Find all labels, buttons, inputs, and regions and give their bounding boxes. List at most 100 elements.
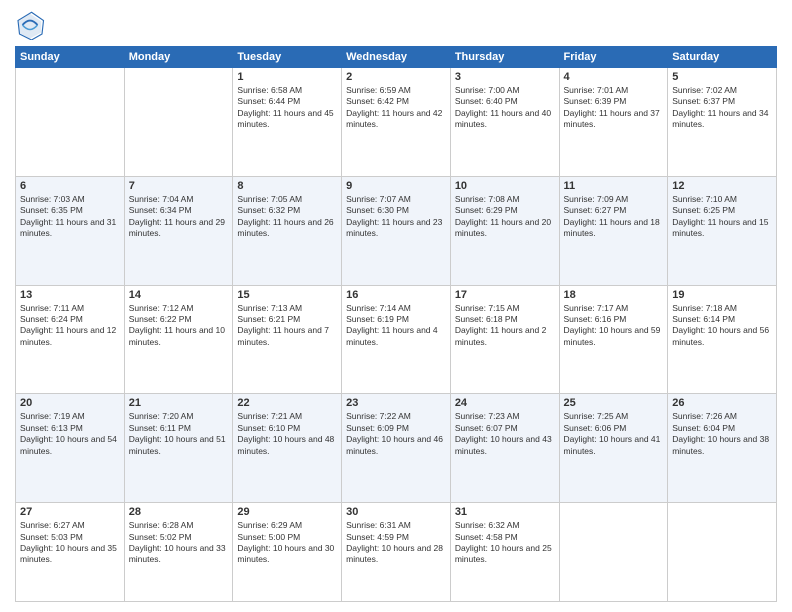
calendar-cell: 3 Sunrise: 7:00 AM Sunset: 6:40 PM Daylig…: [450, 68, 559, 177]
calendar-body: 1 Sunrise: 6:58 AM Sunset: 6:44 PM Daylig…: [16, 68, 777, 602]
weekday-header-monday: Monday: [124, 47, 233, 68]
cell-info: Sunrise: 7:01 AM Sunset: 6:39 PM Dayligh…: [564, 85, 664, 131]
weekday-header-tuesday: Tuesday: [233, 47, 342, 68]
calendar-cell: 12 Sunrise: 7:10 AM Sunset: 6:25 PM Dayli…: [668, 176, 777, 285]
calendar-cell: 25 Sunrise: 7:25 AM Sunset: 6:06 PM Dayli…: [559, 394, 668, 503]
cell-date-number: 4: [564, 71, 664, 83]
calendar-cell: 22 Sunrise: 7:21 AM Sunset: 6:10 PM Dayli…: [233, 394, 342, 503]
cell-date-number: 9: [346, 180, 446, 192]
cell-info: Sunrise: 7:23 AM Sunset: 6:07 PM Dayligh…: [455, 411, 555, 457]
cell-date-number: 27: [20, 506, 120, 518]
calendar-cell: 21Sunrise: 7:20 AM Sunset: 6:11 PM Dayli…: [124, 394, 233, 503]
calendar-cell: 2Sunrise: 6:59 AM Sunset: 6:42 PM Daylig…: [342, 68, 451, 177]
cell-info: Sunrise: 7:26 AM Sunset: 6:04 PM Dayligh…: [672, 411, 772, 457]
cell-info: Sunrise: 7:05 AM Sunset: 6:32 PM Dayligh…: [237, 194, 337, 240]
cell-info: Sunrise: 7:22 AM Sunset: 6:09 PM Dayligh…: [346, 411, 446, 457]
calendar-cell: 30Sunrise: 6:31 AM Sunset: 4:59 PM Dayli…: [342, 503, 451, 602]
calendar-cell: 17 Sunrise: 7:15 AM Sunset: 6:18 PM Dayli…: [450, 285, 559, 394]
cell-info: Sunrise: 7:17 AM Sunset: 6:16 PM Dayligh…: [564, 303, 664, 349]
cell-date-number: 28: [129, 506, 229, 518]
cell-date-number: 5: [672, 71, 772, 83]
cell-date-number: 20: [20, 397, 120, 409]
cell-date-number: 17: [455, 289, 555, 301]
calendar-cell: [559, 503, 668, 602]
weekday-header-wednesday: Wednesday: [342, 47, 451, 68]
calendar-cell: 5 Sunrise: 7:02 AM Sunset: 6:37 PM Daylig…: [668, 68, 777, 177]
cell-date-number: 31: [455, 506, 555, 518]
calendar-cell: 13 Sunrise: 7:11 AM Sunset: 6:24 PM Dayli…: [16, 285, 125, 394]
calendar-week-5: 27 Sunrise: 6:27 AM Sunset: 5:03 PM Dayli…: [16, 503, 777, 602]
cell-info: Sunrise: 6:32 AM Sunset: 4:58 PM Dayligh…: [455, 520, 555, 566]
cell-date-number: 3: [455, 71, 555, 83]
cell-info: Sunrise: 7:14 AM Sunset: 6:19 PM Dayligh…: [346, 303, 446, 349]
cell-info: Sunrise: 6:31 AM Sunset: 4:59 PM Dayligh…: [346, 520, 446, 566]
cell-date-number: 7: [129, 180, 229, 192]
logo-icon: [15, 10, 45, 40]
calendar-cell: [124, 68, 233, 177]
cell-info: Sunrise: 7:10 AM Sunset: 6:25 PM Dayligh…: [672, 194, 772, 240]
cell-date-number: 1: [237, 71, 337, 83]
calendar-week-3: 13 Sunrise: 7:11 AM Sunset: 6:24 PM Dayli…: [16, 285, 777, 394]
cell-info: Sunrise: 6:27 AM Sunset: 5:03 PM Dayligh…: [20, 520, 120, 566]
calendar-cell: 19 Sunrise: 7:18 AM Sunset: 6:14 PM Dayli…: [668, 285, 777, 394]
calendar-cell: 9 Sunrise: 7:07 AM Sunset: 6:30 PM Daylig…: [342, 176, 451, 285]
calendar-cell: 31 Sunrise: 6:32 AM Sunset: 4:58 PM Dayli…: [450, 503, 559, 602]
cell-date-number: 22: [237, 397, 337, 409]
cell-info: Sunrise: 7:21 AM Sunset: 6:10 PM Dayligh…: [237, 411, 337, 457]
cell-date-number: 10: [455, 180, 555, 192]
cell-info: Sunrise: 7:15 AM Sunset: 6:18 PM Dayligh…: [455, 303, 555, 349]
calendar-cell: 28 Sunrise: 6:28 AM Sunset: 5:02 PM Dayli…: [124, 503, 233, 602]
cell-info: Sunrise: 7:07 AM Sunset: 6:30 PM Dayligh…: [346, 194, 446, 240]
cell-info: Sunrise: 7:02 AM Sunset: 6:37 PM Dayligh…: [672, 85, 772, 131]
cell-date-number: 8: [237, 180, 337, 192]
calendar-cell: 29 Sunrise: 6:29 AM Sunset: 5:00 PM Dayli…: [233, 503, 342, 602]
cell-info: Sunrise: 7:00 AM Sunset: 6:40 PM Dayligh…: [455, 85, 555, 131]
cell-info: Sunrise: 6:29 AM Sunset: 5:00 PM Dayligh…: [237, 520, 337, 566]
calendar-week-4: 20 Sunrise: 7:19 AM Sunset: 6:13 PM Dayli…: [16, 394, 777, 503]
cell-info: Sunrise: 6:28 AM Sunset: 5:02 PM Dayligh…: [129, 520, 229, 566]
calendar-cell: 4 Sunrise: 7:01 AM Sunset: 6:39 PM Daylig…: [559, 68, 668, 177]
cell-date-number: 15: [237, 289, 337, 301]
cell-info: Sunrise: 6:58 AM Sunset: 6:44 PM Dayligh…: [237, 85, 337, 131]
calendar-cell: 20 Sunrise: 7:19 AM Sunset: 6:13 PM Dayli…: [16, 394, 125, 503]
logo: [15, 10, 49, 40]
weekday-header-sunday: Sunday: [16, 47, 125, 68]
cell-date-number: 19: [672, 289, 772, 301]
calendar-header-row: SundayMondayTuesdayWednesdayThursdayFrid…: [16, 47, 777, 68]
cell-info: Sunrise: 7:11 AM Sunset: 6:24 PM Dayligh…: [20, 303, 120, 349]
cell-date-number: 13: [20, 289, 120, 301]
cell-info: Sunrise: 7:12 AM Sunset: 6:22 PM Dayligh…: [129, 303, 229, 349]
cell-info: Sunrise: 6:59 AM Sunset: 6:42 PM Dayligh…: [346, 85, 446, 131]
cell-info: Sunrise: 7:20 AM Sunset: 6:11 PM Dayligh…: [129, 411, 229, 457]
calendar-table: SundayMondayTuesdayWednesdayThursdayFrid…: [15, 46, 777, 602]
calendar-week-2: 6Sunrise: 7:03 AM Sunset: 6:35 PM Daylig…: [16, 176, 777, 285]
calendar-cell: 15Sunrise: 7:13 AM Sunset: 6:21 PM Dayli…: [233, 285, 342, 394]
calendar-cell: 7 Sunrise: 7:04 AM Sunset: 6:34 PM Daylig…: [124, 176, 233, 285]
cell-date-number: 25: [564, 397, 664, 409]
cell-info: Sunrise: 7:08 AM Sunset: 6:29 PM Dayligh…: [455, 194, 555, 240]
cell-date-number: 29: [237, 506, 337, 518]
calendar-cell: 14 Sunrise: 7:12 AM Sunset: 6:22 PM Dayli…: [124, 285, 233, 394]
header: [15, 10, 777, 40]
calendar-cell: 1 Sunrise: 6:58 AM Sunset: 6:44 PM Daylig…: [233, 68, 342, 177]
cell-date-number: 24: [455, 397, 555, 409]
calendar-cell: 16Sunrise: 7:14 AM Sunset: 6:19 PM Dayli…: [342, 285, 451, 394]
cell-date-number: 14: [129, 289, 229, 301]
cell-info: Sunrise: 7:25 AM Sunset: 6:06 PM Dayligh…: [564, 411, 664, 457]
cell-info: Sunrise: 7:03 AM Sunset: 6:35 PM Dayligh…: [20, 194, 120, 240]
cell-date-number: 26: [672, 397, 772, 409]
calendar-cell: 8 Sunrise: 7:05 AM Sunset: 6:32 PM Daylig…: [233, 176, 342, 285]
cell-info: Sunrise: 7:04 AM Sunset: 6:34 PM Dayligh…: [129, 194, 229, 240]
calendar-cell: [16, 68, 125, 177]
calendar-cell: 27 Sunrise: 6:27 AM Sunset: 5:03 PM Dayli…: [16, 503, 125, 602]
cell-date-number: 11: [564, 180, 664, 192]
calendar-cell: 11 Sunrise: 7:09 AM Sunset: 6:27 PM Dayli…: [559, 176, 668, 285]
cell-info: Sunrise: 7:09 AM Sunset: 6:27 PM Dayligh…: [564, 194, 664, 240]
calendar-cell: 26 Sunrise: 7:26 AM Sunset: 6:04 PM Dayli…: [668, 394, 777, 503]
calendar-cell: 18Sunrise: 7:17 AM Sunset: 6:16 PM Dayli…: [559, 285, 668, 394]
calendar-header: SundayMondayTuesdayWednesdayThursdayFrid…: [16, 47, 777, 68]
calendar-cell: [668, 503, 777, 602]
cell-date-number: 12: [672, 180, 772, 192]
cell-info: Sunrise: 7:19 AM Sunset: 6:13 PM Dayligh…: [20, 411, 120, 457]
cell-info: Sunrise: 7:18 AM Sunset: 6:14 PM Dayligh…: [672, 303, 772, 349]
